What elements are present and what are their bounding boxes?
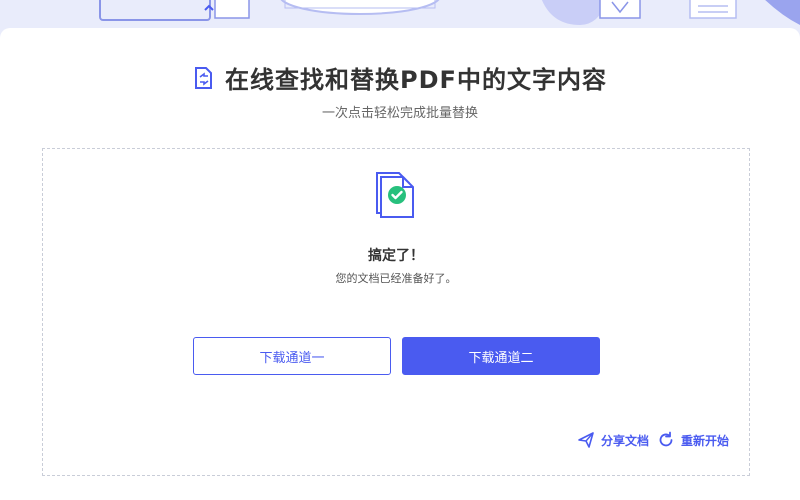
- result-panel: 搞定了！ 您的文档已经准备好了。 下载通道一 下载通道二 分享文档 重新开始: [42, 148, 750, 476]
- page-header: 在线查找和替换PDF中的文字内容: [0, 60, 800, 95]
- document-actions: 分享文档 重新开始: [577, 431, 729, 449]
- success-message: 您的文档已经准备好了。: [335, 272, 457, 285]
- success-title: 搞定了！: [368, 248, 424, 264]
- page-title: 在线查找和替换PDF中的文字内容: [225, 66, 607, 94]
- download-channel-one-button[interactable]: 下载通道一: [193, 337, 391, 375]
- download-channel-two-button[interactable]: 下载通道二: [402, 337, 600, 375]
- main-card: 在线查找和替换PDF中的文字内容 一次点击轻松完成批量替换 搞定了！ 您的文档已…: [0, 28, 800, 500]
- share-document-button[interactable]: 分享文档: [577, 431, 649, 449]
- send-icon: [578, 432, 594, 448]
- restart-button[interactable]: 重新开始: [657, 431, 729, 449]
- document-check-icon: [376, 172, 414, 218]
- pdf-replace-icon: [195, 66, 213, 89]
- page-subtitle: 一次点击轻松完成批量替换: [321, 106, 478, 121]
- restart-label: 重新开始: [680, 433, 729, 448]
- restart-icon: [659, 431, 673, 447]
- share-document-label: 分享文档: [600, 433, 649, 448]
